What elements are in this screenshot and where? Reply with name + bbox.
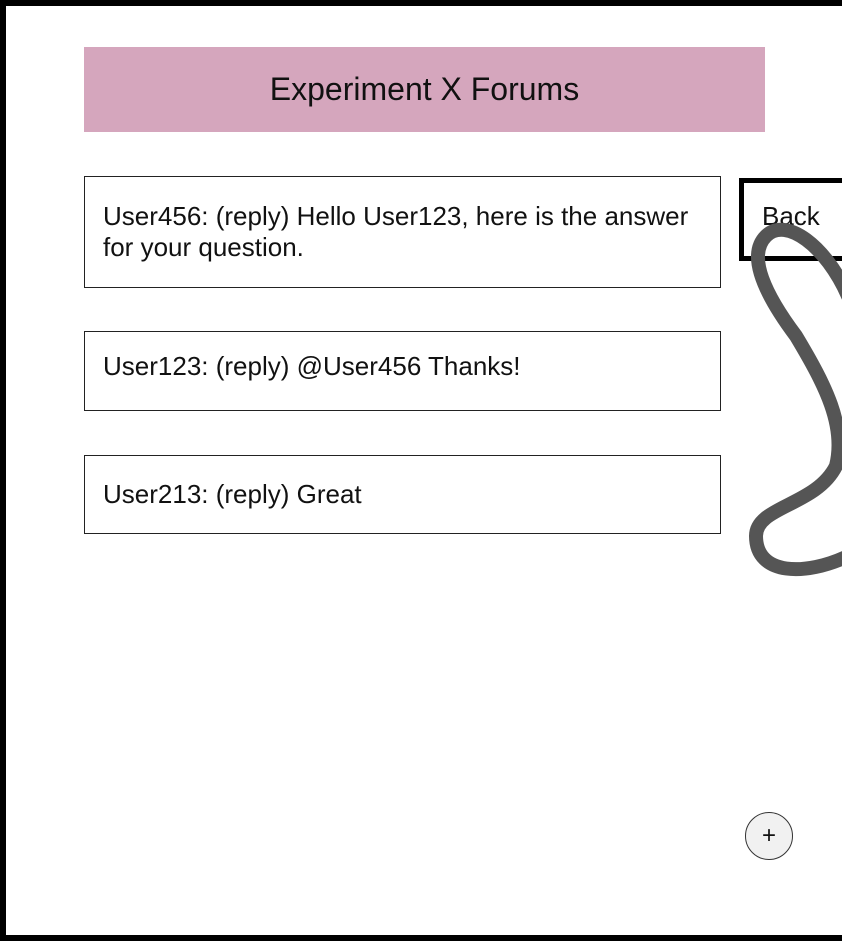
forum-header: Experiment X Forums: [84, 47, 765, 132]
post-text: User456: (reply) Hello User123, here is …: [103, 201, 689, 262]
plus-icon: +: [761, 822, 776, 849]
post-text: User123: (reply) @User456 Thanks!: [103, 351, 521, 381]
page-title: Experiment X Forums: [269, 71, 580, 107]
add-post-button[interactable]: +: [745, 812, 793, 860]
back-button[interactable]: Back: [739, 178, 842, 261]
forum-post[interactable]: User456: (reply) Hello User123, here is …: [84, 176, 721, 288]
back-button-label: Back: [762, 201, 820, 231]
scribble-arrow-icon: [749, 222, 842, 577]
post-text: User213: (reply) Great: [103, 479, 362, 509]
forum-post[interactable]: User213: (reply) Great: [84, 455, 721, 534]
app-frame: Experiment X Forums User456: (reply) Hel…: [0, 0, 842, 941]
forum-post[interactable]: User123: (reply) @User456 Thanks!: [84, 331, 721, 411]
